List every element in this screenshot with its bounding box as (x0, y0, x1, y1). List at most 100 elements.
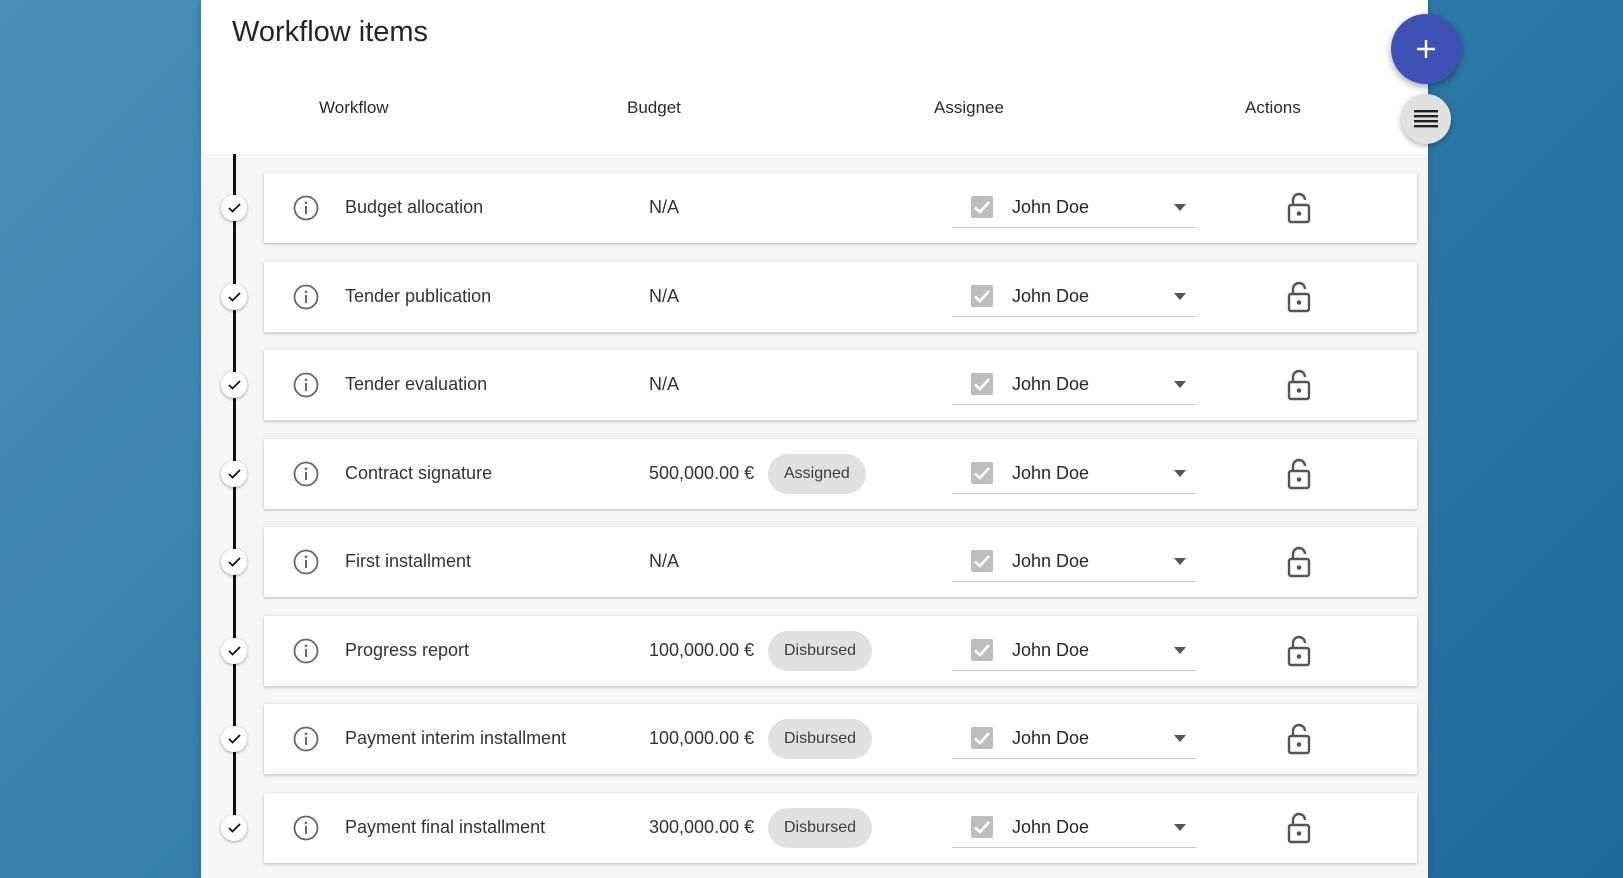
workflow-item-name: Progress report (345, 640, 470, 660)
assignee-name: John Doe (1012, 728, 1090, 748)
add-item-button[interactable] (1391, 14, 1461, 84)
dropdown-arrow-icon (1174, 735, 1186, 742)
info-icon[interactable] (293, 195, 319, 221)
assignee-select[interactable]: John Doe (952, 540, 1196, 582)
check-icon (227, 557, 241, 567)
column-header-budget: Budget (627, 98, 681, 117)
step-complete-marker (221, 638, 247, 664)
step-complete-marker (221, 284, 247, 310)
assignee-select[interactable]: John Doe (952, 452, 1196, 494)
status-badge: Disbursed (768, 808, 873, 848)
workflow-item-row[interactable]: Payment final installment 300,000.00 € Dis… (264, 793, 1417, 863)
budget-amount: N/A (649, 197, 680, 217)
workflow-item-name: Tender publication (345, 286, 492, 306)
step-complete-marker (221, 815, 247, 841)
workflow-item-name: Payment final installment (345, 817, 546, 837)
workflow-item-name: Payment interim installment (345, 728, 567, 748)
step-complete-marker (221, 726, 247, 752)
workflow-item-name: Tender evaluation (345, 374, 488, 394)
assignee-name: John Doe (1012, 551, 1090, 571)
assignee-select[interactable]: John Doe (952, 629, 1196, 671)
check-icon (227, 469, 241, 479)
dropdown-arrow-icon (1174, 204, 1186, 211)
step-complete-marker (221, 549, 247, 575)
dropdown-arrow-icon (1174, 647, 1186, 654)
checkbox-checked-icon (971, 462, 993, 484)
assignee-select[interactable]: John Doe (952, 363, 1196, 405)
assignee-select[interactable]: John Doe (952, 186, 1196, 228)
check-icon (227, 734, 241, 744)
check-icon (227, 823, 241, 833)
workflow-item-row[interactable]: Tender evaluation N/A John Doe (264, 350, 1417, 420)
workflow-item-row[interactable]: Contract signature 500,000.00 € Assigned Jo… (264, 439, 1417, 509)
lock-open-icon[interactable] (1286, 546, 1312, 578)
budget-amount: N/A (649, 374, 680, 394)
assignee-name: John Doe (1012, 463, 1090, 483)
status-badge: Disbursed (768, 719, 873, 759)
workflow-item-row[interactable]: Payment interim installment 100,000.00 € D… (264, 704, 1417, 774)
info-icon[interactable] (293, 638, 319, 664)
info-icon[interactable] (293, 549, 319, 575)
assignee-name: John Doe (1012, 640, 1090, 660)
workflow-item-row[interactable]: First installment N/A John Doe (264, 527, 1417, 597)
dropdown-arrow-icon (1174, 293, 1186, 300)
workflow-item-row[interactable]: Progress report 100,000.00 € Disbursed John… (264, 616, 1417, 686)
budget-amount: 300,000.00 € (649, 817, 755, 837)
panel-header: Workflow items Workflow Budget Assignee … (201, 0, 1428, 154)
lock-open-icon[interactable] (1286, 635, 1312, 667)
checkbox-checked-icon (971, 727, 993, 749)
check-icon (227, 646, 241, 656)
info-icon[interactable] (293, 726, 319, 752)
checkbox-checked-icon (971, 550, 993, 572)
dropdown-arrow-icon (1174, 558, 1186, 565)
lock-open-icon[interactable] (1286, 369, 1312, 401)
check-icon (227, 380, 241, 390)
workflow-item-name: Contract signature (345, 463, 493, 483)
workflow-item-row[interactable]: Tender publication N/A John Doe (264, 262, 1417, 332)
lock-open-icon[interactable] (1286, 812, 1312, 844)
lock-open-icon[interactable] (1286, 281, 1312, 313)
dropdown-arrow-icon (1174, 824, 1186, 831)
assignee-name: John Doe (1012, 817, 1090, 837)
status-badge: Disbursed (768, 631, 873, 671)
budget-amount: 500,000.00 € (649, 463, 755, 483)
lock-open-icon[interactable] (1286, 458, 1312, 490)
column-header-assignee: Assignee (934, 98, 1004, 117)
assignee-name: John Doe (1012, 197, 1090, 217)
lock-open-icon[interactable] (1286, 723, 1312, 755)
budget-amount: N/A (649, 551, 680, 571)
assignee-name: John Doe (1012, 374, 1090, 394)
check-icon (227, 292, 241, 302)
checkbox-checked-icon (971, 196, 993, 218)
info-icon[interactable] (293, 372, 319, 398)
assignee-select[interactable]: John Doe (952, 806, 1196, 848)
step-complete-marker (221, 195, 247, 221)
step-complete-marker (221, 372, 247, 398)
status-badge: Assigned (768, 454, 866, 494)
list-icon (1414, 110, 1438, 128)
lock-open-icon[interactable] (1286, 192, 1312, 224)
checkbox-checked-icon (971, 285, 993, 307)
workflow-panel: Workflow items Workflow Budget Assignee … (201, 0, 1428, 878)
info-icon[interactable] (293, 284, 319, 310)
budget-amount: 100,000.00 € (649, 728, 755, 748)
assignee-name: John Doe (1012, 286, 1090, 306)
check-icon (227, 203, 241, 213)
assignee-select[interactable]: John Doe (952, 275, 1196, 317)
workflow-item-name: First installment (345, 551, 472, 571)
column-header-workflow: Workflow (319, 98, 389, 117)
checkbox-checked-icon (971, 639, 993, 661)
plus-icon (1417, 40, 1435, 58)
workflow-item-name: Budget allocation (345, 197, 484, 217)
budget-amount: 100,000.00 € (649, 640, 755, 660)
info-icon[interactable] (293, 461, 319, 487)
assignee-select[interactable]: John Doe (952, 717, 1196, 759)
dropdown-arrow-icon (1174, 470, 1186, 477)
page-title: Workflow items (232, 16, 429, 48)
workflow-item-row[interactable]: Budget allocation N/A John Doe (264, 173, 1417, 243)
reorder-menu-button[interactable] (1401, 94, 1451, 144)
checkbox-checked-icon (971, 373, 993, 395)
info-icon[interactable] (293, 815, 319, 841)
step-complete-marker (221, 461, 247, 487)
column-header-actions: Actions (1245, 98, 1301, 117)
